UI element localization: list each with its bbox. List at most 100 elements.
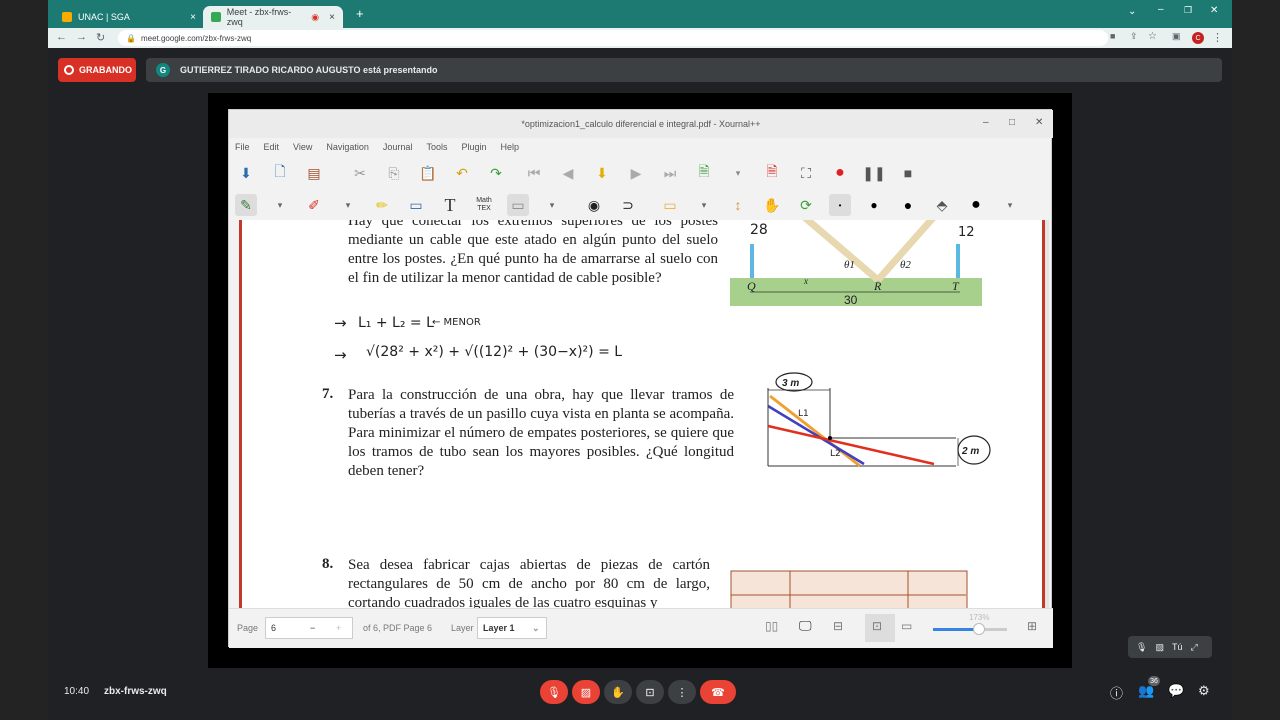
first-page-icon[interactable]: ⏮ [523, 162, 545, 184]
toolbar-overflow-icon[interactable]: ▾ [999, 194, 1021, 216]
page-spinner[interactable]: 6 − + [265, 617, 353, 639]
thick-thickness-icon[interactable]: ● [897, 194, 919, 216]
zoom-slider-handle[interactable] [973, 623, 985, 635]
stop-audio-icon[interactable]: ■ [897, 162, 919, 184]
maximize-icon[interactable]: □ [1009, 117, 1015, 128]
zoom-100-icon[interactable]: ▭ [901, 619, 912, 633]
tab-search-chevron-icon[interactable]: ⌄ [1128, 6, 1136, 17]
menu-edit[interactable]: Edit [264, 142, 280, 152]
last-page-icon[interactable]: ⏭ [659, 162, 681, 184]
eraser-icon[interactable]: ✐ [303, 194, 325, 216]
menu-kebab-icon[interactable]: ⋮ [1212, 31, 1223, 44]
activities-icon[interactable]: ⚙ [1198, 683, 1210, 699]
page-increment-icon[interactable]: + [336, 623, 341, 633]
magnet-icon[interactable]: ⊃ [617, 194, 639, 216]
eraser-dropdown-icon[interactable]: ▾ [337, 194, 359, 216]
presentation-mode-icon[interactable]: 🖵 [799, 618, 812, 634]
right-pole [956, 244, 960, 278]
present-screen-button[interactable]: ⊡ [636, 680, 664, 704]
fine-thickness-icon[interactable]: • [829, 194, 851, 216]
menu-tools[interactable]: Tools [426, 142, 447, 152]
tab-meet[interactable]: Meet - zbx-frws-zwq ◉ × [203, 6, 343, 28]
mic-off-icon[interactable]: 🎙 [1136, 642, 1147, 653]
reload-icon[interactable]: ↻ [96, 31, 105, 44]
document-canvas[interactable]: Hay que conectar los extremos superiores… [239, 220, 1049, 608]
new-document-icon[interactable]: 🗋 [269, 162, 291, 184]
zoom-out-icon[interactable]: ⊟ [833, 619, 843, 633]
menu-help[interactable]: Help [501, 142, 520, 152]
profile-avatar[interactable]: C [1192, 32, 1204, 44]
camera-off-icon[interactable]: ▨ [1155, 642, 1164, 653]
insert-page-dropdown-icon[interactable]: ▾ [727, 162, 749, 184]
open-icon[interactable]: ▤ [303, 162, 325, 184]
restore-window-icon[interactable]: ❐ [1184, 5, 1192, 16]
new-tab-icon[interactable]: + [356, 6, 364, 21]
more-options-button[interactable]: ⋮ [668, 680, 696, 704]
go-to-page-icon[interactable]: ⬇ [591, 162, 613, 184]
insert-page-icon[interactable]: 🗎 [693, 162, 715, 184]
close-icon[interactable]: ✕ [1035, 117, 1043, 128]
medium-thickness-icon[interactable]: ● [863, 194, 885, 216]
next-page-icon[interactable]: ▶ [625, 162, 647, 184]
menu-view[interactable]: View [293, 142, 312, 152]
close-tab-icon[interactable]: × [329, 12, 335, 23]
zoom-fit-icon[interactable]: ⊡ [872, 619, 882, 633]
record-audio-icon[interactable]: ● [829, 162, 851, 184]
text-tool-icon[interactable]: T [439, 194, 461, 216]
spacing-icon[interactable]: ↕ [727, 194, 749, 216]
paste-icon[interactable]: 📋 [417, 162, 439, 184]
leave-call-button[interactable]: ☎ [700, 680, 736, 704]
image-icon[interactable]: ▭ [405, 194, 427, 216]
layer-select[interactable]: Layer 1 ⌄ [477, 617, 547, 639]
address-bar[interactable]: 🔒 meet.google.com/zbx-frws-zwq [118, 30, 1108, 46]
vertical-space-icon[interactable]: ◉ [583, 194, 605, 216]
menu-navigation[interactable]: Navigation [326, 142, 369, 152]
side-panel-icon[interactable]: ▣ [1172, 31, 1181, 42]
hand-tool-icon[interactable]: ✋ [761, 194, 783, 216]
menu-file[interactable]: File [235, 142, 250, 152]
menu-journal[interactable]: Journal [383, 142, 413, 152]
shape-icon[interactable]: ▭ [659, 194, 681, 216]
highlighter-icon[interactable]: ✏ [371, 194, 393, 216]
redo-icon[interactable]: ↷ [485, 162, 507, 184]
shape-dropdown-icon[interactable]: ▾ [693, 194, 715, 216]
zoom-in-icon[interactable]: ⊞ [1027, 619, 1037, 633]
chat-icon[interactable]: 💬 [1168, 683, 1184, 699]
fill-icon[interactable]: ⬘ [931, 194, 953, 216]
camera-permission-icon[interactable]: ■ [1110, 31, 1115, 41]
pen-icon[interactable]: ✎ [235, 194, 257, 216]
undo-icon[interactable]: ↶ [451, 162, 473, 184]
share-icon[interactable]: ⇪ [1130, 31, 1138, 42]
zoom-slider[interactable] [933, 623, 1007, 635]
minimize-window-icon[interactable]: – [1158, 4, 1164, 15]
select-region-icon[interactable]: ▭ [507, 194, 529, 216]
back-icon[interactable]: ← [56, 31, 67, 43]
refresh-icon[interactable]: ⟳ [795, 194, 817, 216]
forward-icon[interactable]: → [76, 31, 87, 43]
menu-plugin[interactable]: Plugin [461, 142, 486, 152]
raise-hand-button[interactable]: ✋ [604, 680, 632, 704]
cut-icon[interactable]: ✂ [349, 162, 371, 184]
math-tex-icon[interactable]: Math TEX [473, 194, 495, 216]
fullscreen-icon[interactable]: ⛶ [795, 162, 817, 184]
select-dropdown-icon[interactable]: ▾ [541, 194, 563, 216]
page-decrement-icon[interactable]: − [310, 623, 315, 633]
minimize-icon[interactable]: – [983, 117, 989, 128]
pause-audio-icon[interactable]: ❚❚ [862, 162, 885, 184]
copy-icon[interactable]: ⎘ [383, 162, 405, 184]
tab-unac[interactable]: UNAC | SGA × [54, 6, 204, 28]
camera-toggle-button[interactable]: ▨ [572, 680, 600, 704]
expand-icon[interactable]: ⤢ [1190, 642, 1197, 653]
microphone-toggle-button[interactable]: 🎙 [540, 680, 568, 704]
meeting-info-icon[interactable]: ⓘ [1110, 683, 1123, 702]
layer-dropdown-icon[interactable]: ⌄ [532, 623, 540, 634]
bookmark-star-icon[interactable]: ☆ [1148, 31, 1157, 42]
previous-page-icon[interactable]: ◀ [557, 162, 579, 184]
close-window-icon[interactable]: ✕ [1210, 5, 1218, 16]
color-icon[interactable]: ● [965, 194, 987, 216]
close-tab-icon[interactable]: × [190, 12, 196, 23]
pen-dropdown-icon[interactable]: ▾ [269, 194, 291, 216]
save-icon[interactable]: ⬇ [235, 162, 257, 184]
delete-page-icon[interactable]: 🗎 [761, 162, 783, 184]
two-pages-view-icon[interactable]: ▯▯ [765, 619, 778, 633]
